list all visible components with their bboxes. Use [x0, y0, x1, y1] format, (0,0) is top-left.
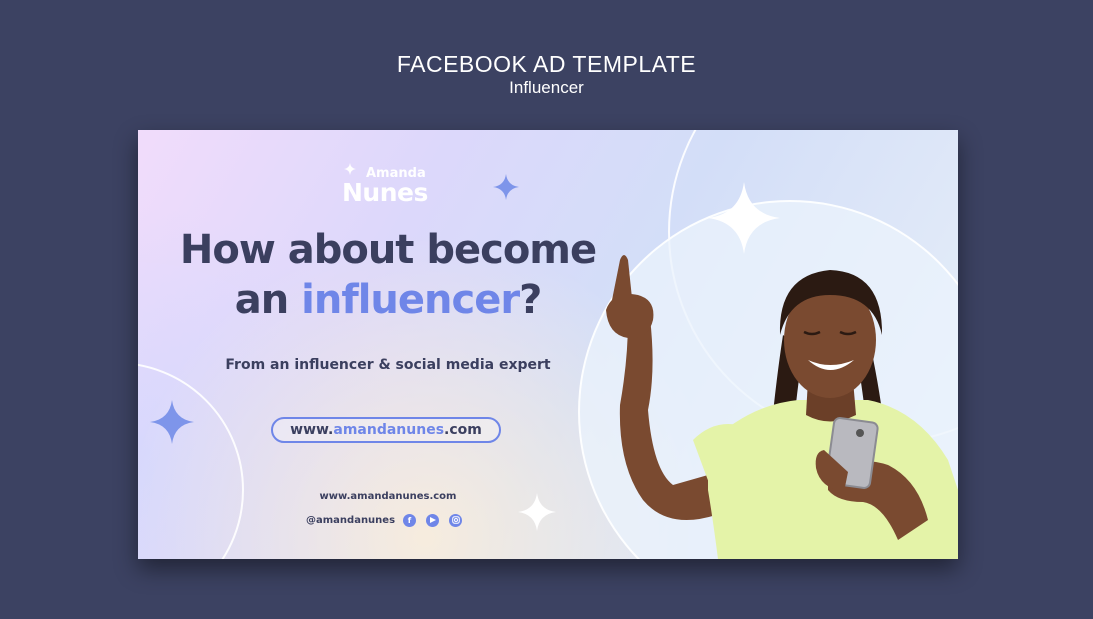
headline-line-2: an influencer? [138, 275, 638, 325]
sparkle-icon [150, 400, 194, 444]
url-suffix: .com [444, 422, 482, 438]
tagline: From an influencer & social media expert [225, 357, 551, 373]
sparkle-icon [344, 163, 356, 175]
ad-banner: Amanda Nunes How about become an influen… [138, 130, 958, 559]
facebook-icon[interactable]: f [403, 513, 417, 527]
footer-url[interactable]: www.amandanunes.com [138, 491, 638, 502]
page-title: FACEBOOK AD TEMPLATE [396, 51, 697, 77]
page-header: FACEBOOK AD TEMPLATE Influencer [0, 50, 1093, 98]
page-subtitle: Influencer [509, 78, 584, 97]
url-prefix: www. [290, 422, 334, 438]
url-accent: amandanunes [333, 422, 445, 438]
headline-prefix: an [234, 277, 302, 323]
headline: How about become an influencer? [138, 225, 638, 325]
headline-suffix: ? [519, 277, 542, 323]
website-url-button[interactable]: www.amandanunes.com [271, 417, 501, 443]
headline-accent: influencer [301, 277, 520, 323]
instagram-icon[interactable] [449, 513, 463, 527]
social-row: @amandanunes f [306, 512, 472, 528]
influencer-photo [606, 255, 958, 559]
headline-line-1: How about become [179, 227, 597, 273]
youtube-icon[interactable] [426, 513, 440, 527]
sparkle-icon [493, 174, 519, 200]
social-handle: @amandanunes [306, 514, 396, 526]
brand-last-name: Nunes [342, 178, 428, 207]
